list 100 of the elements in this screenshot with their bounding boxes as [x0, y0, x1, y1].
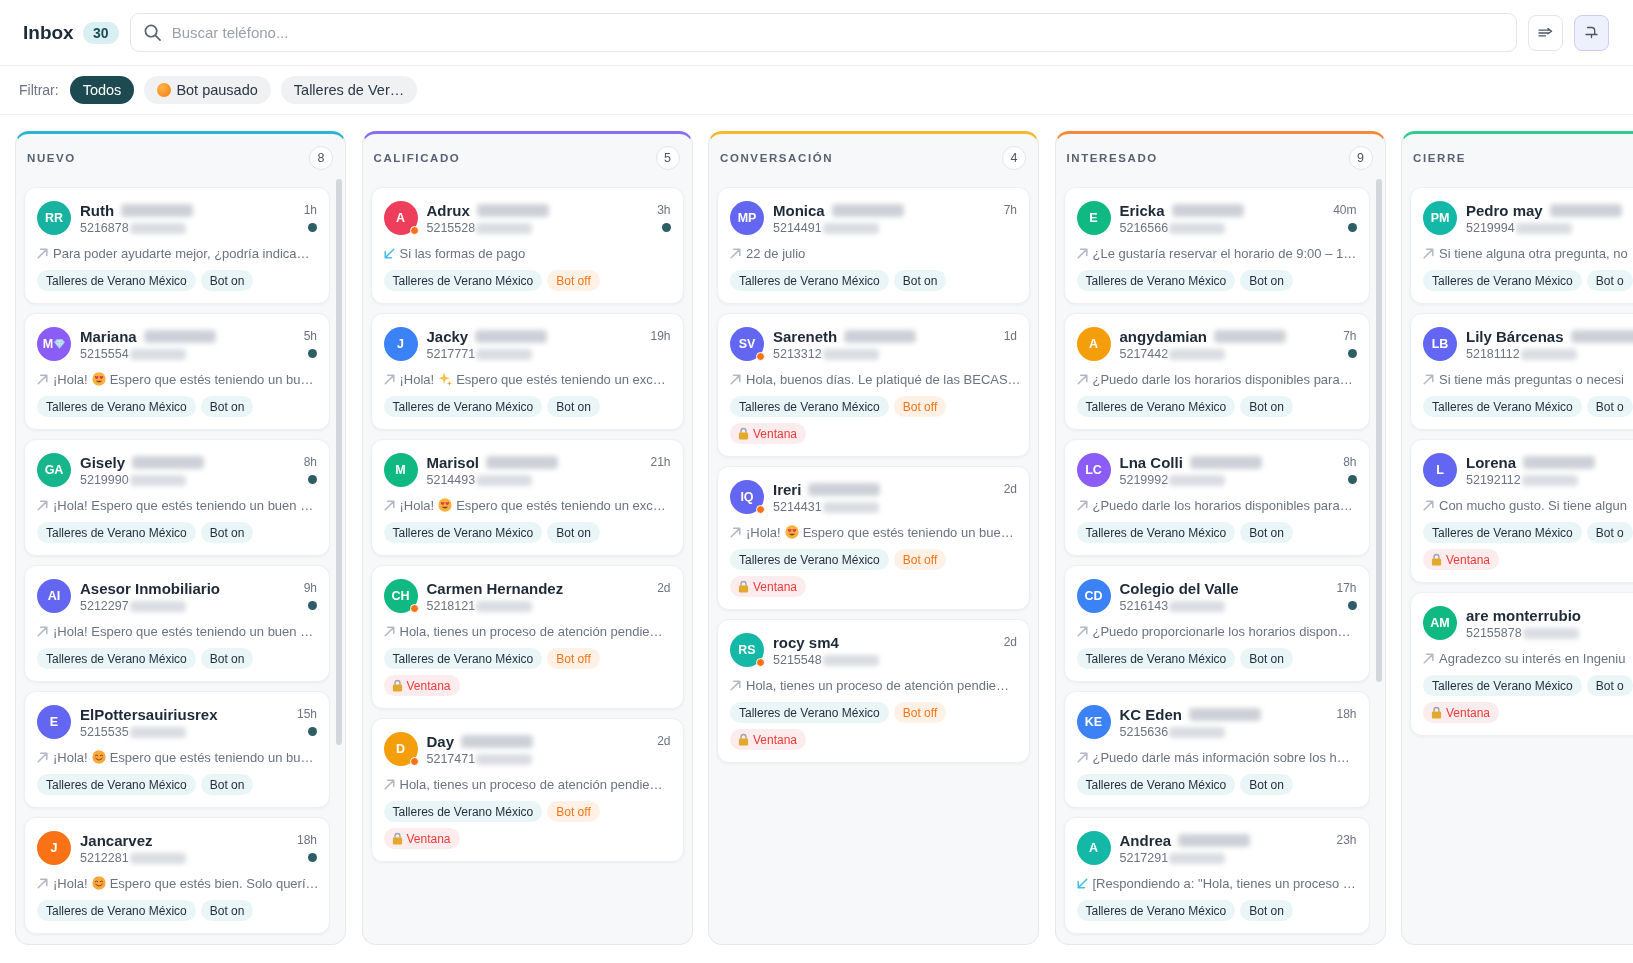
- phone-number: 5214431: [773, 500, 822, 514]
- smiling-face-emoji-icon: [91, 876, 106, 890]
- timestamp: 15h: [296, 706, 317, 723]
- timestamp: 3h: [657, 202, 671, 219]
- conversation-card[interactable]: LC Lna Colli 5219992 8h ¿Puedo darle los horarios disponibles para… Talleres de Verano México Bot on: [1063, 439, 1370, 556]
- campaign-tag: Talleres de Verano México: [1423, 396, 1582, 417]
- avatar-initials: L: [1436, 463, 1444, 477]
- bot-status-tag: Bot on: [1240, 522, 1293, 543]
- conversation-card[interactable]: J Jacky 5217771 19h ¡Hola! Espero que estés teniendo un exc… Talleres de Verano México Bot on: [370, 313, 684, 430]
- conversation-card[interactable]: AI Asesor Inmobiliario 5212297 9h ¡Hola! Espero que estés teniendo un buen … Talleres de Verano México Bot on: [24, 565, 330, 682]
- avatar-initials: AI: [47, 589, 61, 603]
- timestamp: 21h: [650, 454, 671, 471]
- conversation-card[interactable]: E ElPottersauiriusrex 5215535 15h ¡Hola! Espero que estés teniendo un bu… Talleres de Verano México Bot on: [24, 691, 330, 808]
- redacted-text: [1520, 348, 1577, 360]
- conversation-card[interactable]: IQ Ireri 5214431 2d ¡Hola! Espero que estés teniendo un bue… Talleres de Verano México Bot off Ventana: [717, 466, 1030, 610]
- message-preview: ¡Hola! Espero que estés teniendo un buen …: [53, 623, 314, 639]
- column-title: CIERRE: [1413, 152, 1467, 164]
- contact-name: KC Eden: [1119, 705, 1182, 723]
- message-preview: ¡Hola!: [399, 497, 435, 513]
- campaign-tag: Talleres de Verano México: [1076, 774, 1236, 795]
- contact-name: Sareneth: [773, 327, 838, 345]
- contact-name: Andrea: [1119, 831, 1172, 849]
- timestamp: 23h: [1336, 832, 1357, 849]
- timestamp: 2d: [657, 580, 671, 597]
- contact-name: Marisol: [426, 453, 479, 471]
- padlock-icon: [1431, 553, 1442, 566]
- conversation-card[interactable]: E Ericka 5216566 40m ¿Le gustaría reservar el horario de 9:00 – 1… Talleres de Verano México Bot on: [1063, 187, 1370, 304]
- campaign-tag: Talleres de Verano México: [1423, 675, 1582, 696]
- scrollbar-thumb[interactable]: [1375, 179, 1382, 682]
- filter-chip[interactable]: Bot pausado: [144, 76, 271, 104]
- redacted-text: [1515, 222, 1572, 234]
- count-badge: 5: [655, 146, 680, 170]
- phone-number: 5215636: [1119, 725, 1169, 739]
- smiling-face-emoji-icon: [91, 750, 106, 764]
- conversation-card[interactable]: SV Sareneth 5213312 1d Hola, buenos días. Le platiqué de las BECAS… Talleres de Verano México Bot off Ventana: [717, 313, 1030, 457]
- padlock-icon: [391, 832, 403, 845]
- redacted-text: [476, 474, 533, 486]
- search-field[interactable]: Buscar teléfono...: [129, 13, 1517, 52]
- campaign-tag: Talleres de Verano México: [383, 648, 543, 669]
- page-title: Inbox: [23, 21, 74, 44]
- phone-number: 5216143: [1119, 599, 1169, 613]
- avatar-initials: MP: [737, 211, 757, 225]
- avatar-initials: RS: [738, 643, 756, 657]
- message-preview: Hola, tienes un proceso de atención pendie…: [399, 776, 663, 792]
- sort-button[interactable]: [1528, 14, 1563, 51]
- conversation-card[interactable]: KE KC Eden 5215636 18h ¿Puedo darle más información sobre los h… Talleres de Verano México Bot on: [1063, 691, 1370, 808]
- conversation-card[interactable]: D Day 5217471 2d Hola, tienes un proceso de atención pendie… Talleres de Verano México Bot off Ventana: [370, 718, 684, 862]
- contact-name: Jacky: [426, 327, 469, 345]
- message-preview: 22 de julio: [746, 245, 806, 261]
- conversation-card[interactable]: LB Lily Bárcenas 52181112 Si tiene más preguntas o necesi Talleres de Verano México Bot o: [1410, 313, 1633, 430]
- campaign-tag: Talleres de Verano México: [1423, 270, 1582, 291]
- redacted-text: [822, 501, 879, 513]
- filter-chip[interactable]: Todos: [69, 76, 135, 104]
- conversation-card[interactable]: GA Gisely 5219990 8h ¡Hola! Espero que estés teniendo un buen … Talleres de Verano México Bot on: [24, 439, 330, 556]
- conversation-card[interactable]: J Jancarvez 5212281 18h ¡Hola! Espero que estés bien. Solo querí… Talleres de Verano México Bot on: [24, 817, 330, 934]
- redacted-text: [1169, 600, 1226, 612]
- timestamp: 17h: [1336, 580, 1357, 597]
- campaign-tag: Talleres de Verano México: [37, 270, 196, 291]
- conversation-card[interactable]: A angydamian 5217442 7h ¿Puedo darle los horarios disponibles para… Talleres de Verano México Bot on: [1063, 313, 1370, 430]
- conversation-card[interactable]: A Adrux 5215528 3h Si las formas de pago Talleres de Verano México Bot off: [370, 187, 684, 304]
- campaign-tag: Talleres de Verano México: [730, 702, 889, 723]
- heart-eyes-emoji-icon: [438, 498, 453, 512]
- conversation-card[interactable]: RR Ruth 5216878 1h Para poder ayudarte mejor, ¿podría indica… Talleres de Verano México Bot on: [24, 187, 330, 304]
- bot-status-tag: Bot on: [200, 648, 254, 669]
- conversation-card[interactable]: MP Monica 5214491 7h 22 de julio Talleres de Verano México Bot on: [717, 187, 1030, 304]
- redacted-text: [822, 348, 879, 360]
- campaign-tag: Talleres de Verano México: [383, 522, 543, 543]
- timestamp: 19h: [650, 328, 671, 345]
- conversation-card[interactable]: CH Carmen Hernandez 5218121 2d Hola, tienes un proceso de atención pendie… Talleres de Verano México Bot off Ventana: [370, 565, 684, 709]
- conversation-card[interactable]: L Lorena 52192112 Con mucho gusto. Si tiene algun Talleres de Verano México Bot o Ventana: [1410, 439, 1633, 583]
- bot-status-tag: Bot o: [1586, 522, 1633, 543]
- conversation-card[interactable]: PM Pedro may 5219994 Si tiene alguna otra pregunta, no Talleres de Verano México Bot o: [1410, 187, 1633, 304]
- avatar-initials: GA: [44, 463, 64, 477]
- contact-name: are monterrubio: [1466, 606, 1582, 624]
- campaign-tag: Talleres de Verano México: [37, 522, 196, 543]
- bot-status-tag: Bot off: [547, 270, 600, 291]
- redacted-text: [129, 852, 186, 864]
- message-preview: [Respondiendo a: "Hola, tienes un proceso …: [1092, 875, 1356, 891]
- column-title: CONVERSACIÓN: [720, 152, 834, 164]
- conversation-card[interactable]: CD Colegio del Valle 5216143 17h ¿Puedo proporcionarle los horarios dispon… Talleres de Verano México Bot on: [1063, 565, 1370, 682]
- avatar-initials: RR: [44, 211, 64, 225]
- count-badge: 30: [82, 21, 119, 44]
- campaign-tag: Talleres de Verano México: [1076, 270, 1236, 291]
- toggle-button[interactable]: [1574, 14, 1609, 51]
- bot-status-tag: Bot o: [1586, 270, 1633, 291]
- message-preview: Si las formas de pago: [399, 245, 526, 261]
- conversation-card[interactable]: A Andrea 5217291 23h [Respondiendo a: "Hola, tienes un proceso … Talleres de Verano México Bot on: [1063, 817, 1370, 934]
- conversation-card[interactable]: M Mariana 5215554 5h ¡Hola! Espero que estés teniendo un bu… Talleres de Verano México Bot on: [24, 313, 330, 430]
- search-icon: [143, 24, 161, 41]
- message-preview: ¡Hola!: [53, 875, 88, 891]
- bot-status-tag: Bot on: [1240, 774, 1293, 795]
- conversation-card[interactable]: RS rocy sm4 5215548 2d Hola, tienes un proceso de atención pendie… Talleres de Verano México Bot off Ventana: [717, 619, 1030, 763]
- contact-name: Asesor Inmobiliario: [80, 579, 221, 597]
- scrollbar-thumb[interactable]: [336, 179, 342, 745]
- message-preview: ¡Hola! Espero que estés teniendo un buen …: [53, 497, 314, 513]
- conversation-card[interactable]: M Marisol 5214493 21h ¡Hola! Espero que estés teniendo un exc… Talleres de Verano México Bot on: [370, 439, 684, 556]
- conversation-card[interactable]: AM are monterrubio 52155878 Agradezco su interés en Ingeniu Talleres de Verano México Bot o Ventana: [1410, 592, 1633, 736]
- message-preview: ¿Puedo proporcionarle los horarios dispon…: [1092, 623, 1351, 639]
- filter-chip[interactable]: Talleres de Ver…: [280, 76, 418, 104]
- padlock-icon: [1431, 706, 1442, 719]
